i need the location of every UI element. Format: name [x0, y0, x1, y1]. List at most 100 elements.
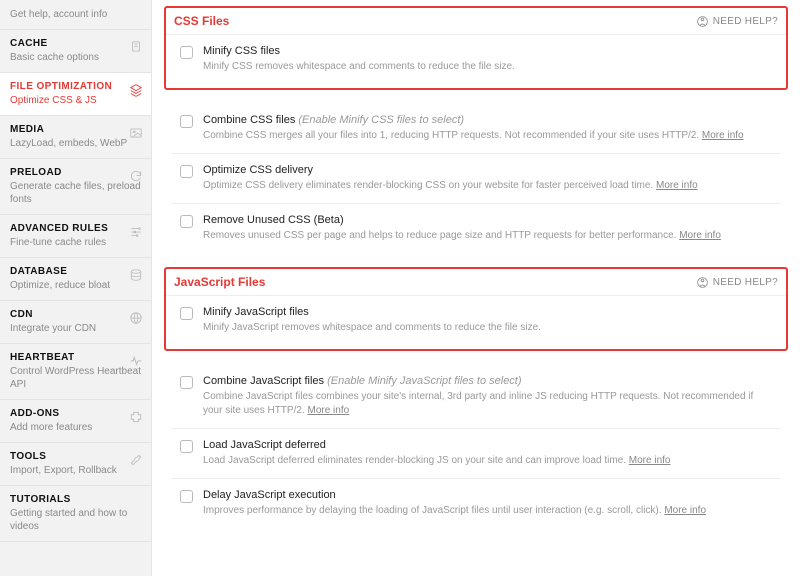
sidebar-item-title: FILE OPTIMIZATION: [10, 81, 141, 92]
sidebar-item-title: TOOLS: [10, 451, 141, 462]
option-delay-js: Delay JavaScript execution Improves perfo…: [172, 479, 780, 528]
sidebar-item-title: ADD-ONS: [10, 408, 141, 419]
option-label: Minify CSS files: [203, 45, 772, 57]
option-desc: Combine CSS merges all your files into 1…: [203, 129, 772, 143]
option-desc: Load JavaScript deferred eliminates rend…: [203, 454, 772, 468]
checkbox-optimize-css[interactable]: [180, 165, 193, 178]
sidebar-item-title: CDN: [10, 309, 141, 320]
option-load-js-deferred: Load JavaScript deferred Load JavaScript …: [172, 429, 780, 479]
sidebar-item-sub: Get help, account info: [10, 8, 141, 21]
option-optimize-css: Optimize CSS delivery Optimize CSS delive…: [172, 154, 780, 204]
option-desc: Combine JavaScript files combines your s…: [203, 390, 772, 418]
js-section-options: Combine JavaScript files (Enable Minify …: [164, 363, 788, 530]
sidebar-item-media[interactable]: MEDIA LazyLoad, embeds, WebP: [0, 116, 151, 159]
sidebar-item-file-optimization[interactable]: FILE OPTIMIZATION Optimize CSS & JS: [0, 73, 151, 116]
checkbox-minify-js[interactable]: [180, 307, 193, 320]
sidebar-item-title: CACHE: [10, 38, 141, 49]
sidebar-item-sub: Integrate your CDN: [10, 322, 141, 335]
option-desc: Improves performance by delaying the loa…: [203, 504, 772, 518]
sidebar-item-title: ADVANCED RULES: [10, 223, 141, 234]
globe-icon: [129, 311, 143, 325]
sidebar-item-sub: Basic cache options: [10, 51, 141, 64]
sidebar-item-sub: Fine-tune cache rules: [10, 236, 141, 249]
sidebar-item-database[interactable]: DATABASE Optimize, reduce bloat: [0, 258, 151, 301]
sidebar-item-sub: Control WordPress Heartbeat API: [10, 365, 141, 391]
more-info-link[interactable]: More info: [629, 455, 671, 466]
checkbox-combine-css[interactable]: [180, 115, 193, 128]
sidebar-item-sub: Generate cache files, preload fonts: [10, 180, 141, 206]
need-help-text: NEED HELP?: [713, 277, 778, 288]
need-help-text: NEED HELP?: [713, 16, 778, 27]
css-section-title: CSS Files: [174, 14, 229, 28]
sidebar-item-sub: LazyLoad, embeds, WebP: [10, 137, 141, 150]
option-label: Minify JavaScript files: [203, 306, 772, 318]
sidebar-item-sub: Optimize CSS & JS: [10, 94, 141, 107]
option-desc: Minify JavaScript removes whitespace and…: [203, 321, 772, 335]
option-minify-css: Minify CSS files Minify CSS removes white…: [172, 35, 780, 84]
image-icon: [129, 126, 143, 140]
sidebar-item-advanced-rules[interactable]: ADVANCED RULES Fine-tune cache rules: [0, 215, 151, 258]
more-info-link[interactable]: More info: [664, 505, 706, 516]
sidebar-item-sub: Optimize, reduce bloat: [10, 279, 141, 292]
database-icon: [129, 268, 143, 282]
heartbeat-icon: [129, 354, 143, 368]
sidebar-item-dashboard[interactable]: Get help, account info: [0, 0, 151, 30]
more-info-link[interactable]: More info: [702, 130, 744, 141]
option-combine-js: Combine JavaScript files (Enable Minify …: [172, 365, 780, 429]
css-section-header: CSS Files NEED HELP?: [166, 8, 786, 35]
option-label: Load JavaScript deferred: [203, 439, 772, 451]
help-icon: [696, 15, 709, 28]
sidebar-item-title: HEARTBEAT: [10, 352, 141, 363]
checkbox-load-js-deferred[interactable]: [180, 440, 193, 453]
wrench-icon: [129, 453, 143, 467]
option-hint: (Enable Minify CSS files to select): [295, 114, 464, 126]
option-desc: Minify CSS removes whitespace and commen…: [203, 60, 772, 74]
sidebar-item-sub: Getting started and how to videos: [10, 507, 141, 533]
js-section-highlight-block: JavaScript Files NEED HELP? Minify JavaScr…: [164, 267, 788, 351]
option-remove-unused-css: Remove Unused CSS (Beta)Removes unused C…: [172, 204, 780, 253]
sidebar-item-preload[interactable]: PRELOAD Generate cache files, preload fon…: [0, 159, 151, 215]
js-section-title: JavaScript Files: [174, 275, 265, 289]
need-help-link[interactable]: NEED HELP?: [696, 276, 778, 289]
option-minify-js: Minify JavaScript files Minify JavaScript…: [172, 296, 780, 345]
help-icon: [696, 276, 709, 289]
sidebar-item-heartbeat[interactable]: HEARTBEAT Control WordPress Heartbeat API: [0, 344, 151, 400]
js-section-header: JavaScript Files NEED HELP?: [166, 269, 786, 296]
css-section-options: Combine CSS files (Enable Minify CSS fil…: [164, 102, 788, 255]
sidebar-item-tools[interactable]: TOOLS Import, Export, Rollback: [0, 443, 151, 486]
sidebar-item-addons[interactable]: ADD-ONS Add more features: [0, 400, 151, 443]
need-help-link[interactable]: NEED HELP?: [696, 15, 778, 28]
more-info-link[interactable]: More info: [307, 405, 349, 416]
checkbox-combine-js[interactable]: [180, 376, 193, 389]
option-combine-css: Combine CSS files (Enable Minify CSS fil…: [172, 104, 780, 154]
option-hint: (Enable Minify JavaScript files to selec…: [324, 375, 521, 387]
stack-icon: [129, 83, 143, 97]
sidebar-item-cache[interactable]: CACHE Basic cache options: [0, 30, 151, 73]
more-info-link[interactable]: More info: [656, 180, 698, 191]
more-info-link[interactable]: More info: [679, 230, 721, 241]
option-label: Combine CSS files (Enable Minify CSS fil…: [203, 114, 772, 126]
sidebar-item-title: PRELOAD: [10, 167, 141, 178]
checkbox-delay-js[interactable]: [180, 490, 193, 503]
option-label: Delay JavaScript execution: [203, 489, 772, 501]
sidebar-item-title: DATABASE: [10, 266, 141, 277]
sidebar-item-sub: Add more features: [10, 421, 141, 434]
option-label: Optimize CSS delivery: [203, 164, 772, 176]
sidebar-item-cdn[interactable]: CDN Integrate your CDN: [0, 301, 151, 344]
refresh-icon: [129, 169, 143, 183]
sidebar-item-title: MEDIA: [10, 124, 141, 135]
option-desc: Optimize CSS delivery eliminates render-…: [203, 179, 772, 193]
checkbox-remove-unused-css[interactable]: [180, 215, 193, 228]
file-icon: [129, 40, 143, 54]
sidebar-item-title: TUTORIALS: [10, 494, 141, 505]
sidebar-item-tutorials[interactable]: TUTORIALS Getting started and how to vide…: [0, 486, 151, 542]
option-label: Combine JavaScript files (Enable Minify …: [203, 375, 772, 387]
checkbox-minify-css[interactable]: [180, 46, 193, 59]
puzzle-icon: [129, 410, 143, 424]
sliders-icon: [129, 225, 143, 239]
sidebar-item-sub: Import, Export, Rollback: [10, 464, 141, 477]
css-section-highlight-block: CSS FilesNEED HELP?Minify CSS filesMinif…: [164, 6, 788, 90]
main-content: CSS FilesNEED HELP?Minify CSS filesMinif…: [152, 0, 800, 576]
sidebar: Get help, account info CACHE Basic cache o…: [0, 0, 152, 576]
option-label: Remove Unused CSS (Beta): [203, 214, 772, 226]
